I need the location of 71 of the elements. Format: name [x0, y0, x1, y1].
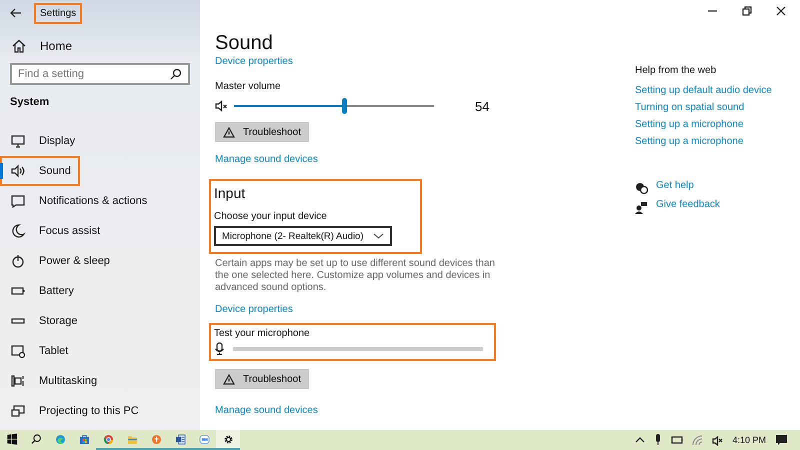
person-feedback-icon [635, 201, 648, 214]
message-icon [10, 193, 26, 209]
browser-ball-icon [102, 432, 114, 446]
chat-bubbles-icon [635, 182, 648, 195]
nav-item[interactable]: Focus assist [0, 216, 200, 246]
plus-circle-icon [150, 432, 162, 446]
restore-icon[interactable] [742, 6, 752, 16]
warning-icon [223, 374, 235, 384]
home-icon [11, 38, 27, 54]
input-device-dropdown[interactable]: Microphone (2- Realtek(R) Audio) [214, 226, 392, 246]
search-field[interactable]: Find a setting [10, 63, 190, 85]
page-title: Sound [215, 32, 274, 56]
help-action-link[interactable]: Give feedback [656, 199, 720, 216]
device-properties-link[interactable]: Device properties [215, 56, 293, 67]
document-icon [174, 432, 186, 446]
taskbar-button[interactable] [216, 430, 240, 450]
microphone-icon[interactable] [654, 434, 662, 446]
search-icon [170, 68, 182, 80]
troubleshoot-button[interactable]: Troubleshoot [215, 369, 309, 389]
battery-icon[interactable] [671, 435, 684, 445]
help-action-link[interactable]: Get help [656, 180, 694, 197]
help-link[interactable]: Turning on spatial sound [635, 102, 744, 119]
manage-devices-link[interactable]: Manage sound devices [215, 405, 318, 416]
section-heading: System [10, 96, 50, 110]
speaker-icon [10, 163, 26, 179]
nav-item[interactable]: Battery [0, 276, 200, 306]
wifi-icon[interactable] [692, 434, 704, 446]
section-heading: Input [214, 185, 246, 203]
nav-item[interactable]: Notifications & actions [0, 186, 200, 216]
microphone-icon [214, 342, 225, 355]
device-label: Choose your input device [214, 211, 328, 222]
notification-icon[interactable] [775, 434, 788, 446]
help-link[interactable]: Setting up a microphone [635, 136, 744, 153]
gear-icon [222, 432, 234, 446]
monitor-icon [10, 133, 26, 149]
multitasking-icon [10, 373, 26, 389]
volume-label: Master volume [215, 81, 282, 92]
windows-logo-icon [6, 432, 18, 446]
video-camera-icon [198, 432, 210, 446]
speaker-muted-icon[interactable] [712, 434, 724, 446]
nav-item[interactable]: Multitasking [0, 366, 200, 396]
browser-swirl-icon [54, 432, 66, 446]
nav-item[interactable]: Projecting to this PC [0, 396, 200, 426]
search-icon [30, 432, 42, 446]
nav-item[interactable]: Power & sleep [0, 246, 200, 276]
test-microphone-label: Test your microphone [214, 328, 311, 339]
device-properties-link[interactable]: Device properties [215, 304, 293, 315]
manage-devices-link[interactable]: Manage sound devices [215, 154, 318, 165]
close-icon[interactable] [776, 6, 786, 16]
info-text: Certain apps may be set up to use different sound devices than the one selected here. Customize app volumes and devices in advanced sound options. [215, 258, 496, 294]
chevron-up-icon[interactable] [635, 436, 646, 444]
troubleshoot-button[interactable]: Troubleshoot [215, 122, 309, 142]
window-title: Settings [36, 4, 80, 22]
projector-icon [10, 403, 26, 419]
slider-thumb[interactable] [342, 98, 347, 114]
nav-item[interactable]: Display [0, 126, 200, 156]
moon-icon [10, 223, 26, 239]
nav-item[interactable]: Sound [0, 156, 80, 186]
help-link[interactable]: Setting up default audio device [635, 85, 772, 102]
help-heading: Help from the web [635, 65, 718, 76]
shopping-bag-icon [78, 432, 90, 446]
volume-value: 54 [475, 98, 490, 114]
help-link[interactable]: Setting up a microphone [635, 119, 744, 136]
power-icon [10, 253, 26, 269]
clock[interactable]: 4:10 PM [732, 435, 766, 445]
nav-item[interactable]: Tablet [0, 336, 200, 366]
warning-icon [223, 126, 235, 138]
chevron-down-icon [373, 232, 384, 240]
home-link[interactable]: Home [0, 26, 200, 53]
tablet-icon [10, 343, 26, 359]
nav-item[interactable]: Storage [0, 306, 200, 336]
